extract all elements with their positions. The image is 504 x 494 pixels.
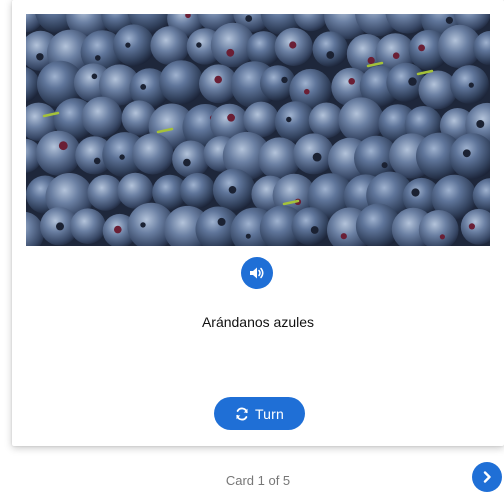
card-counter: Card 1 of 5 xyxy=(225,473,291,488)
chevron-right-icon xyxy=(483,471,491,483)
speaker-icon xyxy=(250,267,264,279)
flashcard: Arándanos azules Turn xyxy=(12,0,504,446)
card-word: Arándanos azules xyxy=(201,314,315,330)
refresh-icon xyxy=(236,407,248,420)
card-image xyxy=(26,14,490,246)
turn-button[interactable]: Turn xyxy=(214,397,305,430)
next-card-button[interactable] xyxy=(472,462,502,492)
turn-button-label: Turn xyxy=(254,405,285,422)
blueberries-image xyxy=(26,14,490,246)
play-audio-button[interactable] xyxy=(241,257,273,289)
flashcard-viewer: Arándanos azules Turn Card 1 of 5 xyxy=(0,0,504,494)
